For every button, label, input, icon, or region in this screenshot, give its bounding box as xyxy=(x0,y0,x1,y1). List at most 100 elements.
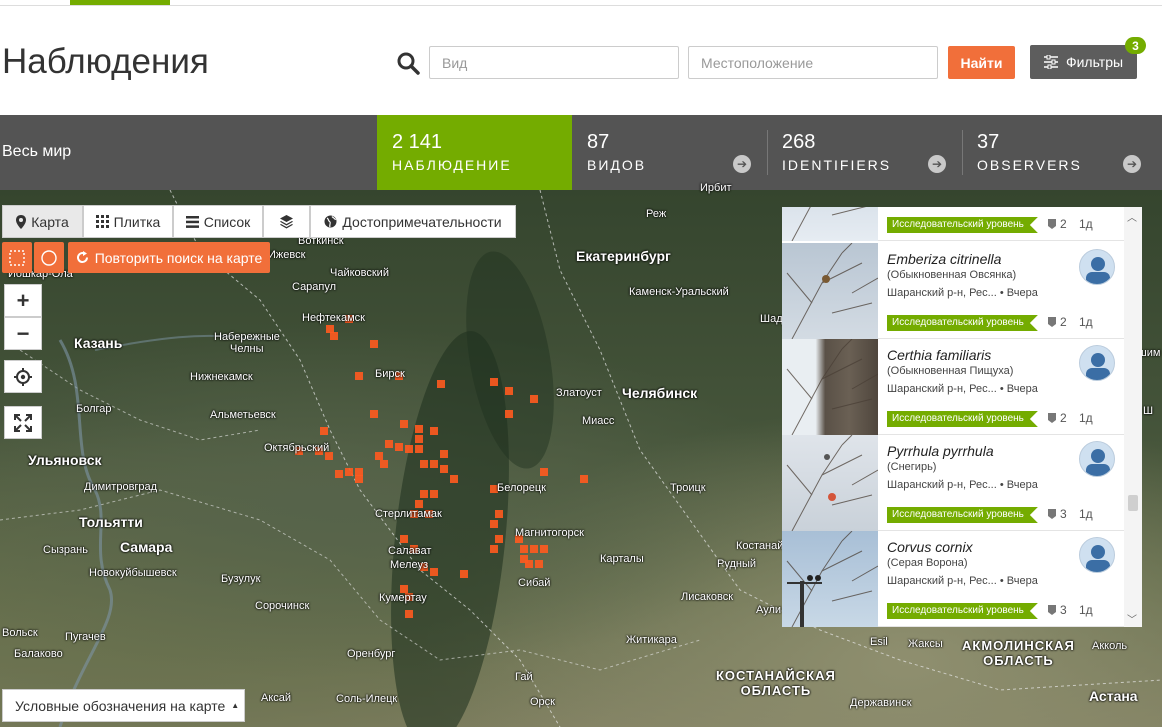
observer-avatar[interactable] xyxy=(1079,345,1115,381)
observation-card[interactable]: Pyrrhula pyrrhula (Снегирь) Шаранский р-… xyxy=(782,434,1124,532)
map-grid-cell[interactable] xyxy=(415,425,423,433)
scientific-name[interactable]: Emberiza citrinella xyxy=(887,251,1001,267)
map-grid-cell[interactable] xyxy=(430,460,438,468)
stat-identifiers[interactable]: 268 IDENTIFIERS ➔ xyxy=(767,115,962,190)
map-grid-cell[interactable] xyxy=(380,460,388,468)
place-input[interactable] xyxy=(688,46,938,79)
map-grid-cell[interactable] xyxy=(405,445,413,453)
map-grid-cell[interactable] xyxy=(460,570,468,578)
map-grid-cell[interactable] xyxy=(370,340,378,348)
locate-button[interactable] xyxy=(4,360,42,393)
map-grid-cell[interactable] xyxy=(420,490,428,498)
map-grid-cell[interactable] xyxy=(437,380,445,388)
map-grid-cell[interactable] xyxy=(530,545,538,553)
map-grid-cell[interactable] xyxy=(505,387,513,395)
observer-avatar[interactable] xyxy=(1079,537,1115,573)
tab-map[interactable]: Карта xyxy=(2,205,83,238)
layers-button[interactable] xyxy=(263,205,310,238)
stat-identifiers-label: IDENTIFIERS xyxy=(782,157,892,173)
landmarks-button[interactable]: Достопримечательности xyxy=(310,205,516,238)
map-grid-cell[interactable] xyxy=(440,465,448,473)
stat-observers[interactable]: 37 OBSERVERS ➔ xyxy=(962,115,1162,190)
stat-species[interactable]: 87 ВИДОВ ➔ xyxy=(572,115,767,190)
scientific-name[interactable]: Corvus cornix xyxy=(887,539,973,555)
map-grid-cell[interactable] xyxy=(400,420,408,428)
map-grid-cell[interactable] xyxy=(320,427,328,435)
observation-photo[interactable] xyxy=(782,207,878,242)
map-legend-label: Условные обозначения на карте xyxy=(15,697,226,714)
chevron-right-icon[interactable]: ➔ xyxy=(733,155,751,173)
rectangle-select-button[interactable] xyxy=(2,242,32,273)
map-grid-cell[interactable] xyxy=(520,545,528,553)
scrollbar-thumb[interactable] xyxy=(1128,495,1138,511)
circle-select-button[interactable] xyxy=(34,242,64,273)
chevron-right-icon[interactable]: ➔ xyxy=(928,155,946,173)
top-nav-active-tab[interactable] xyxy=(70,0,170,5)
observation-card[interactable]: Corvus cornix (Серая Ворона) Шаранский р… xyxy=(782,530,1124,627)
scroll-up-icon[interactable]: ︿ xyxy=(1127,209,1137,224)
map-grid-cell[interactable] xyxy=(530,395,538,403)
map-region-label-line: КОСТАНАЙСКАЯ xyxy=(716,668,836,683)
map-grid-cell[interactable] xyxy=(415,445,423,453)
map-grid-cell[interactable] xyxy=(355,372,363,380)
map-grid-cell[interactable] xyxy=(415,435,423,443)
scroll-down-icon[interactable]: ﹀ xyxy=(1127,611,1137,626)
observation-photo[interactable] xyxy=(782,242,879,340)
map-grid-cell[interactable] xyxy=(490,520,498,528)
map-grid-cell[interactable] xyxy=(440,450,448,458)
map-grid-cell[interactable] xyxy=(505,410,513,418)
map-grid-cell[interactable] xyxy=(430,490,438,498)
zoom-out-button[interactable]: − xyxy=(4,317,42,350)
map-grid-cell[interactable] xyxy=(540,545,548,553)
map-grid-cell[interactable] xyxy=(395,443,403,451)
map-grid-cell[interactable] xyxy=(535,560,543,568)
list-scrollbar[interactable]: ︿ ﹀ xyxy=(1124,207,1142,627)
map-grid-cell[interactable] xyxy=(375,452,383,460)
map-grid-cell[interactable] xyxy=(430,427,438,435)
scientific-name[interactable]: Pyrrhula pyrrhula xyxy=(887,443,994,459)
map-grid-cell[interactable] xyxy=(430,568,438,576)
map-grid-cell[interactable] xyxy=(415,500,423,508)
map-grid-cell[interactable] xyxy=(490,378,498,386)
map-legend-button[interactable]: Условные обозначения на карте ▲ xyxy=(2,689,245,722)
map-grid-cell[interactable] xyxy=(335,470,343,478)
observation-photo[interactable] xyxy=(782,530,879,627)
observer-avatar[interactable] xyxy=(1079,441,1115,477)
tab-grid[interactable]: Плитка xyxy=(83,205,173,238)
observation-card[interactable]: Certhia familiaris (Обыкновенная Пищуха)… xyxy=(782,338,1124,436)
stat-observations[interactable]: 2 141 НАБЛЮДЕНИЕ xyxy=(377,115,572,190)
map-grid-cell[interactable] xyxy=(540,468,548,476)
observation-photo[interactable] xyxy=(782,434,879,532)
map-grid-cell[interactable] xyxy=(330,332,338,340)
map-grid-cell[interactable] xyxy=(370,410,378,418)
search-icon[interactable] xyxy=(396,51,420,75)
zoom-in-button[interactable]: + xyxy=(4,284,42,317)
avatar-image xyxy=(1086,449,1110,476)
tab-list[interactable]: Список xyxy=(173,205,263,238)
map-grid-cell[interactable] xyxy=(490,545,498,553)
filters-button[interactable]: Фильтры xyxy=(1030,45,1137,79)
map-grid-cell[interactable] xyxy=(495,535,503,543)
fullscreen-button[interactable] xyxy=(4,406,42,439)
map-grid-cell[interactable] xyxy=(420,460,428,468)
map-grid-cell[interactable] xyxy=(345,468,353,476)
chevron-right-icon[interactable]: ➔ xyxy=(1123,155,1141,173)
species-input[interactable] xyxy=(429,46,679,79)
map-grid-cell[interactable] xyxy=(450,475,458,483)
map-grid-cell[interactable] xyxy=(580,475,588,483)
map-label-neftekamsk: Нефтекамск xyxy=(302,312,365,324)
map-grid-cell[interactable] xyxy=(525,560,533,568)
observation-card[interactable]: Emberiza citrinella (Обыкновенная Овсянк… xyxy=(782,242,1124,340)
observation-photo[interactable] xyxy=(782,338,879,436)
map-grid-cell[interactable] xyxy=(385,440,393,448)
map-grid-cell[interactable] xyxy=(405,610,413,618)
redo-search-button[interactable]: Повторить поиск на карте xyxy=(68,242,270,273)
scientific-name[interactable]: Certhia familiaris xyxy=(887,347,991,363)
map-grid-cell[interactable] xyxy=(355,475,363,483)
map-grid-cell[interactable] xyxy=(495,510,503,518)
observation-card[interactable]: Исследовательский уровень 2 1д xyxy=(782,207,1124,242)
find-button[interactable]: Найти xyxy=(948,46,1015,79)
map-grid-cell[interactable] xyxy=(400,535,408,543)
observation-list[interactable]: Исследовательский уровень 2 1д Emberiza … xyxy=(782,207,1142,627)
observer-avatar[interactable] xyxy=(1079,249,1115,285)
